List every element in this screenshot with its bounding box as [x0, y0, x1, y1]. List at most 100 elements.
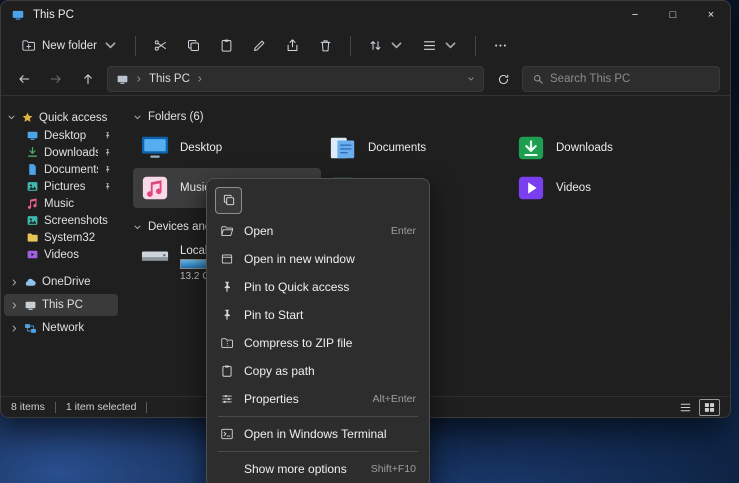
picture-icon: [26, 214, 39, 227]
folder-name: Documents: [368, 142, 426, 154]
sidebar-item-label: Screenshots: [44, 215, 108, 227]
search-input[interactable]: [550, 73, 710, 85]
menu-item-show-more-options[interactable]: Show more options Shift+F10: [211, 455, 425, 483]
items-count: 8 items: [11, 401, 45, 413]
menu-item-properties[interactable]: Properties Alt+Enter: [211, 385, 425, 413]
sidebar-item-music[interactable]: Music: [1, 195, 121, 212]
view-button[interactable]: [414, 31, 466, 60]
copy-quick-action[interactable]: [215, 187, 242, 214]
address-dropdown-icon[interactable]: [467, 75, 475, 83]
selection-count: 1 item selected: [66, 401, 137, 413]
breadcrumb[interactable]: This PC: [107, 66, 484, 92]
sidebar-item-pictures[interactable]: Pictures: [1, 178, 121, 195]
document-icon: [26, 163, 39, 176]
context-menu-icon-row: [211, 183, 425, 217]
new-folder-button[interactable]: New folder: [13, 31, 126, 60]
folders-section-header[interactable]: Folders (6): [133, 108, 730, 126]
window-title: This PC: [33, 9, 74, 21]
pin-icon: [103, 165, 112, 174]
downloads-folder-icon: [515, 134, 547, 162]
sidebar-item-this-pc[interactable]: This PC: [4, 294, 118, 316]
menu-item-open[interactable]: Open Enter: [211, 217, 425, 245]
sidebar-item-videos[interactable]: Videos: [1, 246, 121, 263]
menu-item-label: Pin to Quick access: [244, 280, 349, 294]
close-button[interactable]: ×: [692, 1, 730, 28]
delete-button[interactable]: [310, 31, 341, 60]
cloud-icon: [24, 276, 37, 289]
breadcrumb-location[interactable]: This PC: [149, 73, 190, 85]
menu-item-label: Show more options: [244, 462, 347, 476]
folder-tile-desktop[interactable]: Desktop: [133, 128, 321, 168]
back-icon: [17, 72, 31, 86]
menu-item-shortcut: Alt+Enter: [373, 393, 416, 405]
menu-item-label: Open in Windows Terminal: [244, 427, 387, 441]
copy-button[interactable]: [178, 31, 209, 60]
sidebar-item-downloads[interactable]: Downloads: [1, 144, 121, 161]
up-icon: [81, 72, 95, 86]
rename-button[interactable]: [244, 31, 275, 60]
section-title: Folders (6): [148, 111, 204, 123]
new-window-icon: [220, 252, 234, 266]
menu-item-compress-zip[interactable]: Compress to ZIP file: [211, 329, 425, 357]
sidebar-item-onedrive[interactable]: OneDrive: [4, 271, 118, 293]
chevron-right-icon: [10, 324, 19, 333]
sidebar-item-system32[interactable]: System32: [1, 229, 121, 246]
sidebar-item-label: Desktop: [44, 130, 86, 142]
cut-button[interactable]: [145, 31, 176, 60]
up-button[interactable]: [75, 66, 101, 92]
chevron-down-icon: [133, 223, 142, 232]
sidebar-item-network[interactable]: Network: [4, 317, 118, 339]
command-bar: New folder: [1, 28, 730, 63]
maximize-button[interactable]: □: [654, 1, 692, 28]
menu-item-open-new-window[interactable]: Open in new window: [211, 245, 425, 273]
sidebar-item-label: Videos: [44, 249, 79, 261]
folder-tile-documents[interactable]: Documents: [321, 128, 509, 168]
delete-icon: [318, 38, 333, 53]
minimize-button[interactable]: −: [616, 1, 654, 28]
details-view-icon[interactable]: [678, 401, 693, 414]
this-pc-icon: [24, 299, 37, 312]
thumbnail-view-toggle[interactable]: [699, 399, 720, 416]
more-options-button[interactable]: [485, 31, 516, 60]
menu-item-pin-to-start[interactable]: Pin to Start: [211, 301, 425, 329]
menu-item-copy-as-path[interactable]: Copy as path: [211, 357, 425, 385]
forward-icon: [49, 72, 63, 86]
folder-tile-downloads[interactable]: Downloads: [509, 128, 697, 168]
address-bar: This PC: [1, 63, 730, 96]
share-icon: [285, 38, 300, 53]
pin-icon: [103, 131, 112, 140]
folder-name: Videos: [556, 182, 591, 194]
sidebar-item-desktop[interactable]: Desktop: [1, 127, 121, 144]
menu-item-pin-quick-access[interactable]: Pin to Quick access: [211, 273, 425, 301]
menu-separator: [218, 416, 418, 417]
status-separator: [55, 402, 56, 413]
view-icon: [422, 38, 437, 53]
hard-drive-icon: [139, 244, 171, 272]
paste-button[interactable]: [211, 31, 242, 60]
back-button[interactable]: [11, 66, 37, 92]
pin-icon: [220, 308, 234, 322]
copy-icon: [222, 193, 236, 207]
refresh-button[interactable]: [490, 66, 516, 92]
folder-tile-videos[interactable]: Videos: [509, 168, 697, 208]
forward-button[interactable]: [43, 66, 69, 92]
toolbar-separator: [475, 36, 476, 56]
music-note-icon: [26, 197, 39, 210]
chevron-down-icon: [443, 38, 458, 53]
desktop-icon: [26, 129, 39, 142]
menu-item-label: Copy as path: [244, 364, 315, 378]
view-toggles: [678, 399, 720, 416]
desktop-folder-icon: [139, 134, 171, 162]
sidebar-item-label: OneDrive: [42, 276, 91, 288]
share-button[interactable]: [277, 31, 308, 60]
menu-item-open-windows-terminal[interactable]: Open in Windows Terminal: [211, 420, 425, 448]
search-box[interactable]: [522, 66, 720, 92]
sidebar-item-quick-access[interactable]: Quick access: [1, 108, 121, 127]
sidebar-item-screenshots[interactable]: Screenshots: [1, 212, 121, 229]
sidebar-item-label: Music: [44, 198, 74, 210]
sort-button[interactable]: [360, 31, 412, 60]
sidebar-item-documents[interactable]: Documents: [1, 161, 121, 178]
navigation-pane: Quick access Desktop Downloads Documents: [1, 96, 121, 396]
menu-item-label: Pin to Start: [244, 308, 303, 322]
copy-icon: [186, 38, 201, 53]
